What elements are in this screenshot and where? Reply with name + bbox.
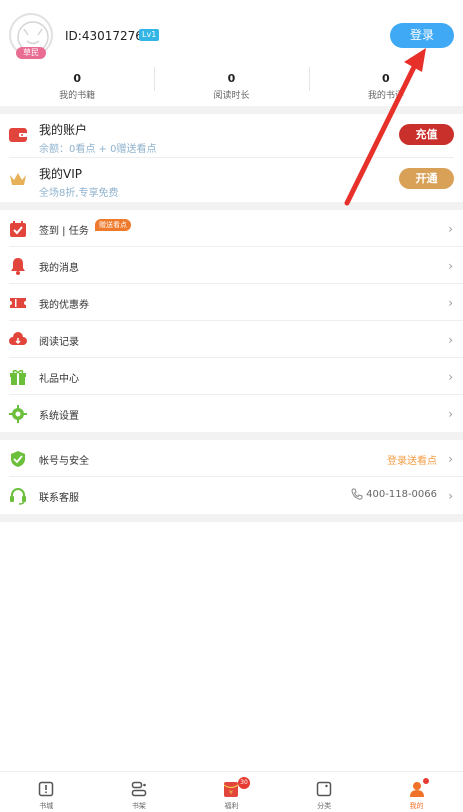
chevron-right-icon: › <box>448 489 453 503</box>
section-divider <box>0 514 463 522</box>
stats-bar: 0 我的书籍 0 阅读时长 0 我的书评 <box>0 63 463 106</box>
gear-icon <box>9 405 27 423</box>
bottom-tab-bar: 书城 书架 ¥ 福利 分类 我的 <box>0 771 463 812</box>
category-icon <box>316 781 332 797</box>
section-divider <box>0 202 463 210</box>
stat-label: 我的书籍 <box>59 91 96 101</box>
account-row[interactable]: 我的账户 余额：0看点 + 0赠送看点 充值 <box>9 114 454 158</box>
bookshelf-icon <box>131 781 147 797</box>
vip-title: 我的VIP <box>39 167 82 181</box>
tab-label: 分类 <box>317 802 332 810</box>
ticket-icon <box>10 298 26 308</box>
menu-label: 我的消息 <box>39 263 79 274</box>
rank-badge: 草民 <box>16 47 46 59</box>
tab-category[interactable]: 分类 <box>278 772 371 812</box>
crown-icon <box>10 173 26 185</box>
chevron-right-icon: › <box>448 407 453 421</box>
svg-text:¥: ¥ <box>230 790 234 797</box>
stat-books[interactable]: 0 我的书籍 <box>0 63 154 106</box>
menu-label: 联系客服 <box>39 493 79 504</box>
stat-label: 我的书评 <box>367 91 404 101</box>
tab-welfare[interactable]: ¥ 福利 <box>185 772 278 812</box>
calendar-check-icon <box>10 221 26 237</box>
menu-label: 签到 | 任务 <box>39 226 89 237</box>
tab-label: 书城 <box>39 802 54 810</box>
stat-value: 0 <box>381 72 390 85</box>
menu-label: 我的优惠券 <box>39 300 89 311</box>
shield-check-icon <box>11 451 25 467</box>
tab-label: 书架 <box>131 802 146 810</box>
tab-mine[interactable]: 我的 <box>370 772 463 812</box>
menu-item-customer-service[interactable]: 联系客服 400-118-0066 › <box>9 477 463 514</box>
menu-item-gift-center[interactable]: 礼品中心 › <box>9 358 463 395</box>
notification-dot <box>423 778 429 784</box>
vip-open-button[interactable]: 开通 <box>399 168 454 189</box>
bell-icon <box>11 258 25 275</box>
stat-reading-time[interactable]: 0 阅读时长 <box>154 63 308 106</box>
menu-label: 阅读记录 <box>39 337 79 348</box>
stat-label: 阅读时长 <box>213 91 250 101</box>
chevron-right-icon: › <box>448 370 453 384</box>
menu-item-settings[interactable]: 系统设置 › <box>9 395 463 432</box>
tab-label: 我的 <box>409 802 424 810</box>
wallet-icon <box>9 128 27 142</box>
chevron-right-icon: › <box>448 452 453 466</box>
stat-value: 0 <box>73 72 81 85</box>
menu-label: 系统设置 <box>39 411 79 422</box>
user-id: ID:430172764 <box>65 29 151 43</box>
tab-label: 福利 <box>224 802 239 810</box>
menu-label: 帐号与安全 <box>39 456 89 467</box>
menu-item-reading-history[interactable]: 阅读记录 › <box>9 321 463 358</box>
login-button[interactable]: 登录 <box>390 23 454 48</box>
section-divider <box>0 106 463 114</box>
stat-reviews[interactable]: 0 我的书评 <box>308 63 463 106</box>
menu-label: 礼品中心 <box>39 374 79 385</box>
bonus-points-badge: 赠送看点 <box>95 219 131 231</box>
chevron-right-icon: › <box>448 259 453 273</box>
account-title: 我的账户 <box>39 123 88 137</box>
menu-item-account-security[interactable]: 帐号与安全 登录送看点 › <box>9 440 463 477</box>
vip-row[interactable]: 我的VIP 全场8折,专享免费 开通 <box>9 158 454 202</box>
cloud-download-icon <box>9 332 27 345</box>
chevron-right-icon: › <box>448 296 453 310</box>
chevron-right-icon: › <box>448 222 453 236</box>
menu-item-checkin-tasks[interactable]: 签到 | 任务 赠送看点 › <box>9 210 463 247</box>
menu-item-messages[interactable]: 我的消息 › <box>9 247 463 284</box>
tab-bookshelf[interactable]: 书架 <box>93 772 186 812</box>
chevron-right-icon: › <box>448 333 453 347</box>
tab-bookstore[interactable]: 书城 <box>0 772 93 812</box>
profile-header: 草民 ID:430172764 Lv1 登录 <box>0 0 463 63</box>
level-badge: Lv1 <box>139 29 160 41</box>
vip-subtitle: 全场8折,专享免费 <box>39 188 119 199</box>
stat-value: 0 <box>227 72 236 85</box>
menu-item-coupons[interactable]: 我的优惠券 › <box>9 284 463 321</box>
section-divider <box>0 432 463 440</box>
headset-icon <box>10 488 26 505</box>
account-balance: 余额：0看点 + 0赠送看点 <box>39 144 157 155</box>
user-icon <box>409 782 424 797</box>
book-icon <box>39 781 54 797</box>
welfare-count-badge: 30 <box>238 777 250 789</box>
gift-icon <box>10 369 26 385</box>
login-reward-hint: 登录送看点 <box>387 456 437 467</box>
recharge-button[interactable]: 充值 <box>399 124 454 145</box>
service-phone-number[interactable]: 400-118-0066 <box>366 489 437 500</box>
phone-icon <box>351 488 363 500</box>
